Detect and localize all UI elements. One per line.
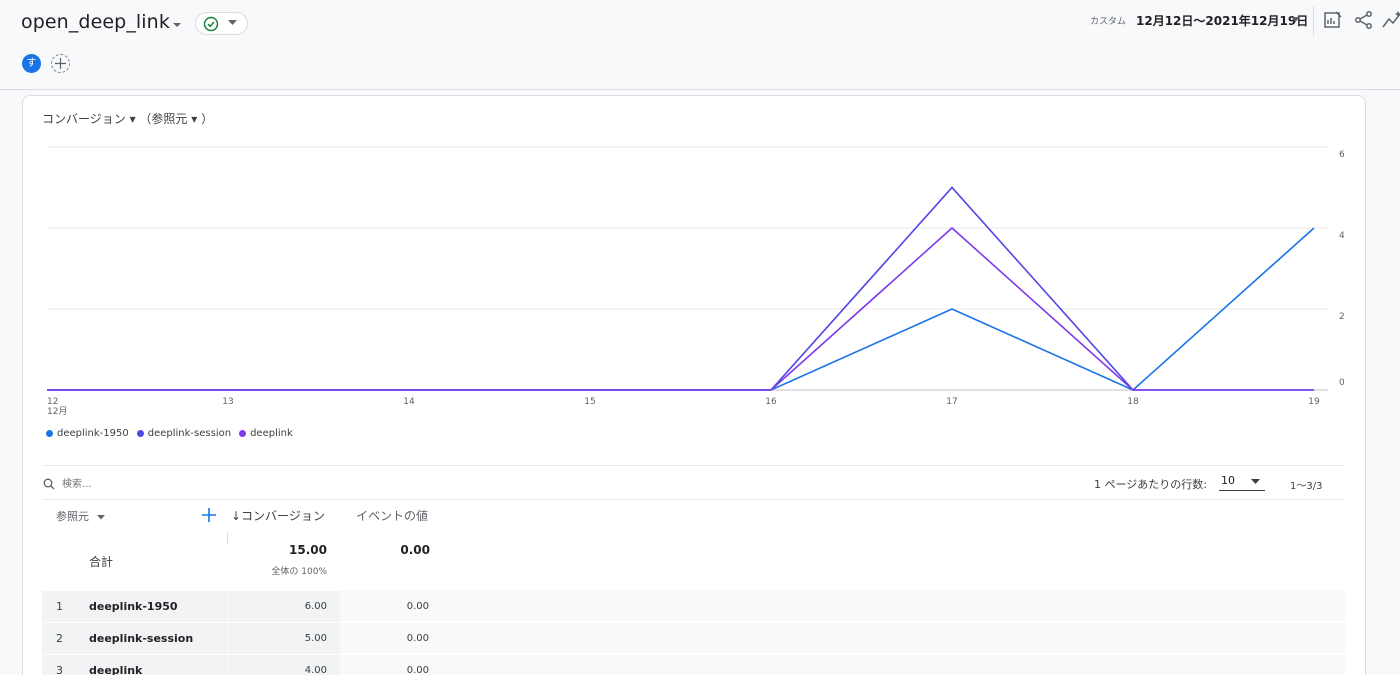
legend-label: deeplink-session: [147, 428, 232, 439]
row-event-value: 0.00: [406, 601, 429, 612]
pagination-range: 1〜3/3: [1290, 481, 1323, 492]
legend-item[interactable]: deeplink: [239, 428, 293, 439]
legend-dot: [46, 430, 53, 437]
add-dimension-icon[interactable]: [202, 508, 216, 522]
x-tick-label: 18: [1127, 397, 1139, 407]
x-tick-label: 16: [765, 397, 777, 407]
row-event-value: 0.00: [406, 665, 429, 675]
table-header-divider: [42, 499, 1345, 500]
row-index: 3: [56, 664, 63, 675]
row-source-name: deeplink-1950: [89, 600, 178, 613]
caret-down-icon[interactable]: [97, 515, 105, 520]
search-icon: [43, 478, 55, 490]
row-source-name: deeplink-session: [89, 632, 194, 645]
row-conversions: 6.00: [304, 601, 327, 612]
x-tick-label: 19: [1308, 397, 1320, 407]
row-index: 1: [56, 600, 63, 613]
legend-label: deeplink-1950: [57, 428, 129, 439]
rows-per-page-value: 10: [1221, 474, 1235, 487]
row-conversions: 5.00: [304, 633, 327, 644]
total-conversions-share: 全体の 100%: [271, 567, 327, 577]
x-tick-label: 14: [403, 397, 415, 407]
legend-dot: [239, 430, 247, 437]
legend-label: deeplink: [250, 428, 293, 439]
legend-item[interactable]: deeplink-1950: [46, 428, 129, 439]
total-conversions: 15.00: [289, 543, 327, 557]
table-top-divider: [42, 465, 1345, 466]
y-tick-label: 6: [1339, 150, 1345, 160]
x-tick-label: 15: [584, 397, 595, 407]
x-tick-label: 12: [47, 397, 58, 407]
x-tick-label: 13: [222, 397, 233, 407]
column-header-dimension[interactable]: 参照元: [56, 508, 89, 524]
search-input[interactable]: [62, 476, 362, 492]
total-row-label: 合計: [89, 555, 114, 569]
row-event-value: 0.00: [406, 633, 429, 644]
chart-legend: deeplink-1950 deeplink-session deeplink: [46, 428, 293, 439]
legend-item[interactable]: deeplink-session: [136, 428, 232, 439]
y-tick-label: 0: [1339, 378, 1345, 388]
x-month-label: 12月: [47, 406, 67, 417]
rows-per-page-label: 1 ページあたりの行数:: [1094, 478, 1207, 491]
row-index: 2: [56, 632, 63, 645]
row-source-name: deeplink: [89, 664, 143, 675]
y-tick-label: 4: [1339, 231, 1345, 241]
table-row[interactable]: 2 deeplink-session 5.00 0.00: [42, 622, 1345, 654]
series-line-deeplink-session: [47, 186, 1314, 391]
table-row[interactable]: 1 deeplink-1950 6.00 0.00: [42, 590, 1345, 622]
line-chart: 0 2 4 6 12 13 14 15 16 17 18 19 12月: [47, 146, 1345, 417]
x-tick-label: 17: [946, 397, 957, 407]
rows-per-page-select[interactable]: 10: [1219, 472, 1265, 491]
column-header-event-value[interactable]: イベントの値: [356, 507, 428, 524]
row-conversions: 4.00: [304, 665, 327, 675]
column-header-conversions[interactable]: ↓コンバージョン: [231, 507, 325, 524]
y-tick-label: 2: [1339, 312, 1345, 322]
total-event-value: 0.00: [400, 543, 430, 557]
legend-dot: [136, 430, 144, 437]
caret-down-icon: [1251, 479, 1260, 484]
table-row[interactable]: 3 deeplink 4.00 0.00: [42, 654, 1345, 675]
